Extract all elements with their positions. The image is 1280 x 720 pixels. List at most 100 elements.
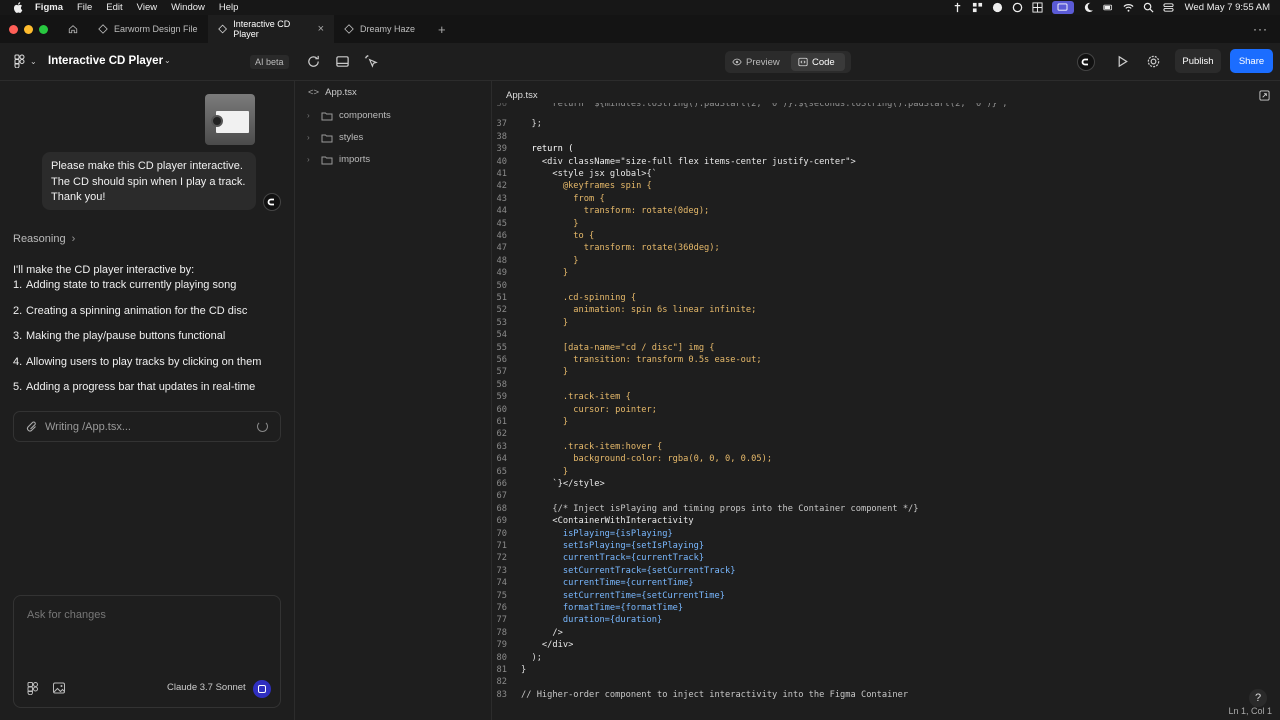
refresh-icon[interactable]: [306, 54, 321, 69]
menu-window[interactable]: Window: [171, 2, 205, 13]
code-line[interactable]: 53 }: [493, 318, 569, 330]
code-line[interactable]: 52 animation: spin 6s linear infinite;: [493, 305, 757, 317]
publish-button[interactable]: Publish: [1175, 49, 1221, 73]
code-line[interactable]: 81}: [493, 665, 527, 677]
code-line[interactable]: 82: [493, 677, 521, 689]
code-lines[interactable]: 36 return `${minutes.toString().padStart…: [493, 103, 1280, 703]
zoom-window-button[interactable]: [39, 24, 48, 34]
home-tab[interactable]: [58, 15, 88, 43]
editor-tab-app-tsx[interactable]: App.tsx: [506, 90, 538, 101]
tab-dreamy-haze[interactable]: Dreamy Haze: [334, 15, 434, 43]
code-line[interactable]: 68 {/* Inject isPlaying and timing props…: [493, 504, 919, 516]
close-window-button[interactable]: [9, 24, 18, 34]
more-options-icon[interactable]: ···: [1253, 22, 1268, 36]
code-line[interactable]: 56 transition: transform 0.5s ease-out;: [493, 355, 762, 367]
code-line[interactable]: 63 .track-item:hover {: [493, 442, 663, 454]
screen-mirror-icon[interactable]: [1051, 1, 1074, 14]
code-line[interactable]: 78 />: [493, 628, 563, 640]
reasoning-toggle[interactable]: Reasoning ›: [13, 233, 75, 245]
point-select-icon[interactable]: [364, 54, 379, 69]
code-line[interactable]: 49 }: [493, 268, 569, 280]
page-title[interactable]: Interactive CD Player: [48, 55, 163, 67]
menu-app-figma[interactable]: Figma: [35, 2, 63, 13]
code-line[interactable]: 62: [493, 429, 521, 441]
help-button[interactable]: ?: [1249, 689, 1267, 707]
main-menu-button[interactable]: ⌄: [14, 54, 37, 68]
minimize-window-button[interactable]: [24, 24, 33, 34]
code-line[interactable]: 41 <style jsx global>{`: [493, 169, 657, 181]
code-line[interactable]: 44 transform: rotate(0deg);: [493, 206, 710, 218]
figma-status-icon[interactable]: [972, 2, 983, 13]
code-line[interactable]: 51 .cd-spinning {: [493, 293, 637, 305]
code-line[interactable]: 55 [data-name="cd / disc"] img {: [493, 343, 715, 355]
code-line[interactable]: 69 <ContainerWithInteractivity: [493, 516, 694, 528]
user-avatar[interactable]: [1077, 53, 1095, 71]
code-line[interactable]: 47 transform: rotate(360deg);: [493, 243, 720, 255]
writing-status[interactable]: Writing /App.tsx...: [13, 411, 281, 442]
new-tab-button[interactable]: +: [438, 22, 446, 37]
model-selector[interactable]: Claude 3.7 Sonnet: [167, 682, 246, 693]
control-center-icon[interactable]: [1163, 2, 1174, 13]
preview-button[interactable]: Preview: [725, 53, 791, 71]
attached-image-thumbnail[interactable]: [205, 94, 255, 145]
close-tab-icon[interactable]: ×: [318, 23, 324, 35]
grammarly-icon[interactable]: [992, 2, 1003, 13]
expand-icon[interactable]: [1259, 90, 1270, 101]
code-line[interactable]: 65 }: [493, 467, 569, 479]
code-line[interactable]: 59 .track-item {: [493, 392, 631, 404]
play-icon[interactable]: [1115, 54, 1130, 69]
moon-icon[interactable]: [1083, 2, 1094, 13]
menu-edit[interactable]: Edit: [106, 2, 122, 13]
battery-icon[interactable]: [1103, 2, 1114, 13]
image-upload-icon[interactable]: [52, 681, 66, 695]
menu-help[interactable]: Help: [219, 2, 239, 13]
code-line[interactable]: 42 @keyframes spin {: [493, 181, 652, 193]
code-line[interactable]: 50: [493, 281, 521, 293]
code-line[interactable]: 75 setCurrentTime={setCurrentTime}: [493, 591, 725, 603]
title-chevron-down-icon[interactable]: ⌄: [164, 56, 171, 65]
code-line[interactable]: 72 currentTrack={currentTrack}: [493, 553, 705, 565]
folder-components[interactable]: › components: [307, 110, 391, 121]
folder-styles[interactable]: › styles: [307, 132, 363, 143]
code-line[interactable]: 73 setCurrentTrack={setCurrentTrack}: [493, 566, 736, 578]
code-line[interactable]: 45 }: [493, 219, 579, 231]
code-line[interactable]: 48 }: [493, 256, 579, 268]
code-line[interactable]: 57 }: [493, 367, 569, 379]
code-line[interactable]: 43 from {: [493, 194, 605, 206]
pin-icon[interactable]: [952, 2, 963, 13]
code-line[interactable]: 36 return `${minutes.toString().padStart…: [493, 103, 1008, 111]
code-line[interactable]: 83 // Higher-order component to inject in…: [493, 690, 909, 702]
chat-input-placeholder[interactable]: Ask for changes: [27, 609, 106, 621]
code-line[interactable]: 40 <div className="size-full flex items-…: [493, 157, 856, 169]
code-button[interactable]: Code: [791, 53, 845, 71]
chat-input-box[interactable]: Ask for changes Claude 3.7 Sonnet: [13, 595, 281, 708]
menu-file[interactable]: File: [77, 2, 92, 13]
code-line[interactable]: 70 isPlaying={isPlaying}: [493, 529, 673, 541]
wifi-icon[interactable]: [1123, 2, 1134, 13]
code-line[interactable]: 39 return (: [493, 144, 574, 156]
apple-icon[interactable]: [13, 2, 23, 13]
tab-interactive-cd-player[interactable]: Interactive CD Player ×: [208, 15, 334, 43]
stop-button[interactable]: [253, 680, 271, 698]
code-line[interactable]: 64 background-color: rgba(0, 0, 0, 0.05)…: [493, 454, 773, 466]
code-line[interactable]: 67: [493, 491, 521, 503]
layout-panel-icon[interactable]: [335, 54, 350, 69]
code-line[interactable]: 61 }: [493, 417, 569, 429]
code-line[interactable]: 58: [493, 380, 521, 392]
code-line[interactable]: 71 setIsPlaying={setIsPlaying}: [493, 541, 705, 553]
sync-icon[interactable]: [1012, 2, 1023, 13]
code-line[interactable]: 46 to {: [493, 231, 595, 243]
menubar-clock[interactable]: Wed May 7 9:55 AM: [1185, 2, 1270, 13]
code-line[interactable]: 74 currentTime={currentTime}: [493, 578, 694, 590]
share-button[interactable]: Share: [1230, 49, 1273, 73]
figma-component-icon[interactable]: [26, 681, 40, 696]
control-grid-icon[interactable]: [1032, 2, 1043, 13]
code-line[interactable]: 79 </div>: [493, 640, 574, 652]
code-line[interactable]: 76 formatTime={formatTime}: [493, 603, 684, 615]
code-line[interactable]: 60 cursor: pointer;: [493, 405, 657, 417]
code-line[interactable]: 37 };: [493, 119, 542, 131]
code-line[interactable]: 77 duration={duration}: [493, 615, 663, 627]
file-app-tsx[interactable]: <> App.tsx: [308, 87, 357, 98]
tab-earworm-design-file[interactable]: Earworm Design File: [88, 15, 208, 43]
folder-imports[interactable]: › imports: [307, 154, 370, 165]
